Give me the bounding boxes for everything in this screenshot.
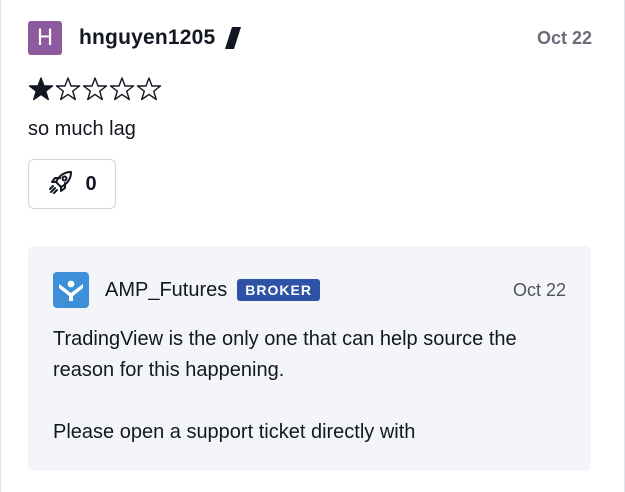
pen-icon <box>225 27 242 49</box>
star-empty-icon <box>82 76 108 102</box>
reply-date: Oct 22 <box>512 279 566 300</box>
card-border <box>0 0 1 492</box>
star-rating <box>28 76 592 102</box>
review-text: so much lag <box>28 118 136 140</box>
broker-badge: BROKER <box>237 279 320 301</box>
broker-name-link[interactable]: AMP_Futures <box>105 279 227 302</box>
review-header: H hnguyen1205 Oct 22 <box>28 20 592 56</box>
review-date: Oct 22 <box>536 27 592 48</box>
avatar[interactable]: H <box>28 21 62 55</box>
review: H hnguyen1205 Oct 22 so much lag 0 <box>28 20 592 209</box>
reply-body: TradingView is the only one that can hel… <box>53 324 566 479</box>
username-link[interactable]: hnguyen1205 <box>79 26 215 50</box>
star-empty-icon <box>55 76 81 102</box>
boost-button[interactable]: 0 <box>28 159 116 209</box>
star-empty-icon <box>136 76 162 102</box>
reply-paragraph: TradingView is the only one that can hel… <box>53 328 517 381</box>
star-empty-icon <box>109 76 135 102</box>
reply-header: AMP_Futures BROKER Oct 22 <box>53 272 566 308</box>
rocket-icon <box>47 168 75 201</box>
star-filled-icon <box>28 76 54 102</box>
reply-paragraph: Please open a support ticket directly wi… <box>53 421 416 443</box>
amp-logo-icon[interactable] <box>53 272 89 308</box>
boost-count: 0 <box>85 172 97 195</box>
broker-reply: AMP_Futures BROKER Oct 22 TradingView is… <box>28 246 591 471</box>
